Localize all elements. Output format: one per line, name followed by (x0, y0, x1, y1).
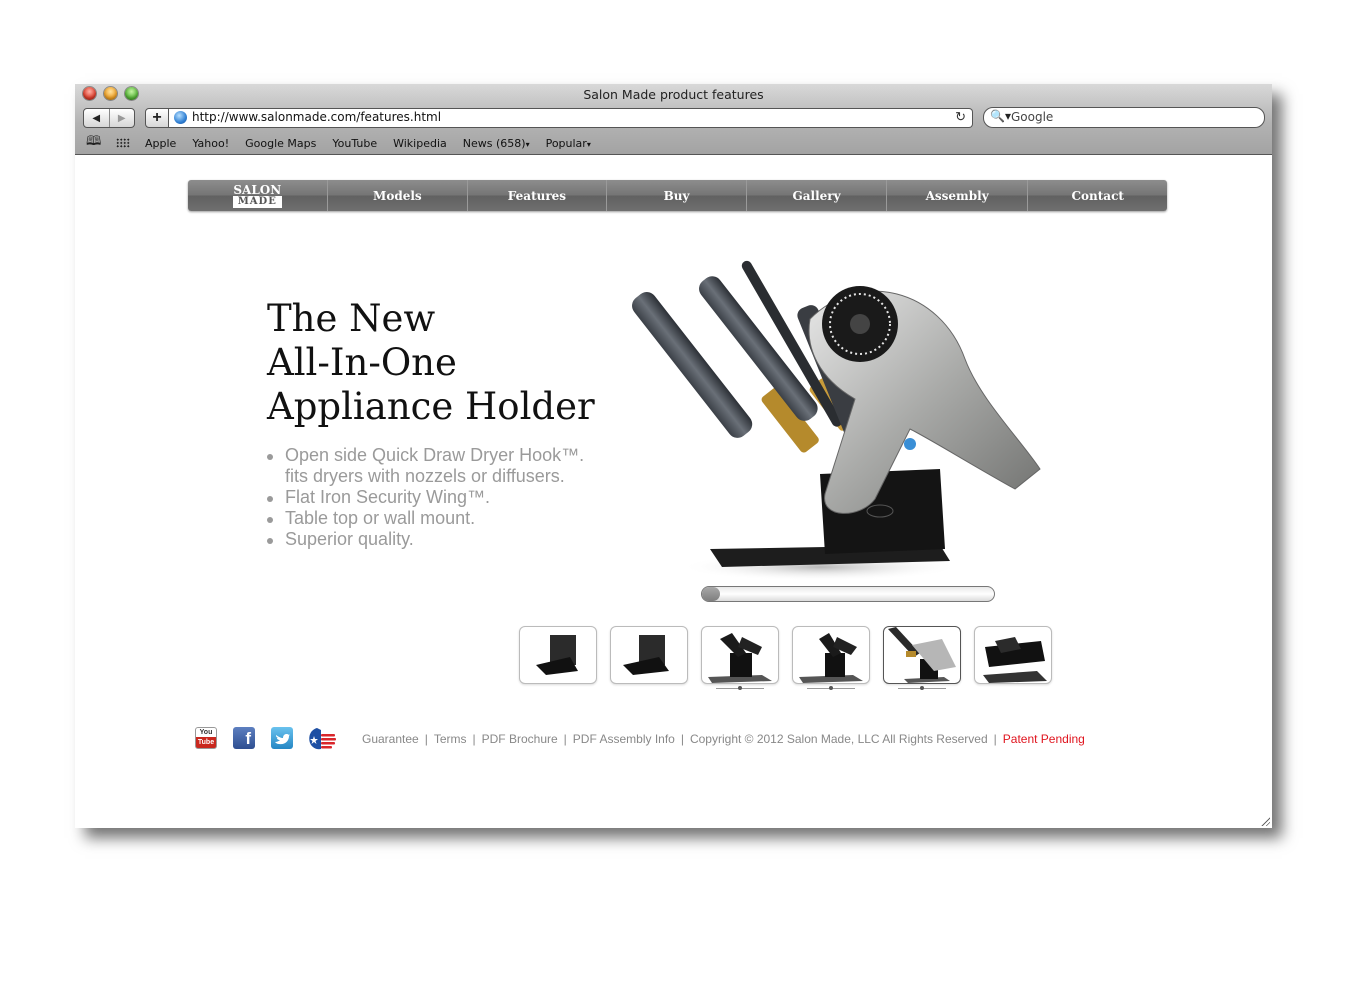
thumbnail-image (708, 633, 772, 683)
search-field[interactable]: 🔍▾ Google (983, 107, 1265, 128)
top-sites-grid-icon[interactable] (116, 138, 130, 148)
thumbnail-strip (519, 626, 1052, 690)
made-in-usa-icon[interactable] (307, 727, 336, 750)
globe-icon (174, 111, 187, 124)
bookmark-apple[interactable]: Apple (145, 137, 176, 150)
separator: | (680, 732, 684, 746)
feature-list: Open side Quick Draw Dryer Hook™. fits dr… (267, 445, 584, 550)
feature-text-line: fits dryers with nozzels or diffusers. (285, 466, 565, 486)
video-scrubber[interactable] (807, 686, 855, 690)
bookmark-google-maps[interactable]: Google Maps (245, 137, 316, 150)
bookmark-news-label: News (658) (462, 136, 526, 150)
feature-item: Open side Quick Draw Dryer Hook™. fits dr… (267, 445, 584, 487)
separator: | (472, 732, 476, 746)
thumbnail-table-top-front[interactable] (701, 626, 779, 690)
thumbnail-table-top-rear[interactable] (974, 626, 1052, 684)
bullet-icon (267, 454, 273, 460)
thumbnail-image (623, 635, 669, 675)
reading-list-icon[interactable]: 🕮 (86, 132, 106, 154)
reload-icon[interactable]: ↻ (955, 109, 966, 125)
bookmark-news-folder[interactable]: News (658)▾ (463, 137, 530, 150)
bookmark-popular-label: Popular (545, 136, 587, 150)
salon-made-logo[interactable]: SALON MADE (188, 180, 327, 211)
separator: | (993, 732, 997, 746)
product-image (632, 260, 1041, 581)
copyright-text: Copyright © 2012 Salon Made, LLC All Rig… (689, 732, 988, 746)
resize-grip[interactable] (1260, 816, 1270, 826)
bookmark-youtube[interactable]: YouTube (332, 137, 377, 150)
headline-line-2: All-In-One (267, 341, 457, 384)
feature-text-line: Open side Quick Draw Dryer Hook™. (285, 445, 585, 465)
youtube-icon-text: Tube (197, 739, 215, 746)
youtube-icon[interactable]: You Tube (195, 727, 217, 749)
bookmarks-bar: 🕮 Apple Yahoo! Google Maps YouTube Wikip… (75, 133, 591, 153)
nav-buy[interactable]: Buy (605, 180, 747, 211)
chevron-down-icon: ▾ (586, 139, 591, 149)
window-title: Salon Made product features (583, 87, 764, 102)
thumbnail-image (888, 627, 956, 683)
url-text[interactable]: http://www.salonmade.com/features.html (192, 110, 441, 124)
thumbnail-image (536, 635, 578, 675)
feature-text: Superior quality. (285, 529, 414, 549)
usa-flag-hand-icon (309, 728, 336, 750)
add-bookmark-button[interactable]: + (145, 108, 169, 128)
bullet-icon (267, 538, 273, 544)
bookmark-wikipedia[interactable]: Wikipedia (393, 137, 447, 150)
thumbnail-table-top-side[interactable] (792, 626, 870, 690)
bullet-icon (267, 496, 273, 502)
thumbnail-wall-mount-angle[interactable] (610, 626, 688, 684)
nav-assembly[interactable]: Assembly (885, 180, 1028, 211)
browser-window: Salon Made product features ◀ ▶ + http:/… (75, 84, 1272, 828)
slider-handle[interactable] (702, 587, 720, 601)
thumbnail-wall-mount-empty[interactable] (519, 626, 597, 684)
patent-pending-link[interactable]: Patent Pending (1003, 732, 1085, 746)
page-headline: The New All-In-One Appliance Holder (267, 297, 595, 429)
pdf-assembly-info-link[interactable]: PDF Assembly Info (573, 732, 675, 746)
twitter-icon[interactable] (271, 727, 293, 749)
headline-line-1: The New (267, 297, 436, 340)
nav-features[interactable]: Features (467, 180, 606, 211)
terms-link[interactable]: Terms (434, 732, 467, 746)
feature-item: Superior quality. (267, 529, 584, 550)
feature-text: Table top or wall mount. (285, 508, 476, 528)
feature-item: Table top or wall mount. (267, 508, 584, 529)
nav-models[interactable]: Models (326, 180, 468, 211)
thumbnail-image (799, 633, 863, 683)
site-navigation: SALON MADE Models Features Buy Gallery A… (188, 180, 1167, 211)
guarantee-link[interactable]: Guarantee (362, 732, 419, 746)
bullet-icon (267, 517, 273, 523)
forward-button[interactable]: ▶ (108, 109, 135, 127)
search-icon[interactable]: 🔍▾ (990, 109, 1011, 123)
gallery-slider[interactable] (701, 586, 995, 602)
thumbnail-image (983, 637, 1047, 683)
logo-text-top: SALON (233, 182, 282, 197)
nav-contact[interactable]: Contact (1027, 180, 1167, 211)
logo-text-bottom: MADE (232, 195, 282, 208)
address-bar[interactable]: http://www.salonmade.com/features.html ↻ (169, 108, 973, 128)
video-scrubber[interactable] (898, 686, 946, 690)
feature-text: Flat Iron Security Wing™. (285, 487, 491, 507)
feature-item: Flat Iron Security Wing™. (267, 487, 584, 508)
chevron-down-icon: ▾ (525, 139, 530, 149)
headline-line-3: Appliance Holder (267, 385, 595, 428)
separator: | (424, 732, 428, 746)
bookmark-popular-folder[interactable]: Popular▾ (546, 137, 591, 150)
facebook-icon[interactable]: f (233, 727, 255, 749)
twitter-bird-icon (275, 734, 290, 745)
history-buttons: ◀ ▶ (83, 108, 135, 128)
browser-chrome: Salon Made product features ◀ ▶ + http:/… (75, 84, 1272, 155)
pdf-brochure-link[interactable]: PDF Brochure (482, 732, 558, 746)
nav-gallery[interactable]: Gallery (746, 180, 886, 211)
footer-links: Guarantee | Terms | PDF Brochure | PDF Assembl… (362, 732, 1085, 746)
back-button[interactable]: ◀ (84, 109, 109, 127)
search-placeholder[interactable]: Google (1011, 110, 1053, 124)
bookmark-yahoo[interactable]: Yahoo! (192, 137, 229, 150)
thumbnail-loaded-with-appliances[interactable] (883, 626, 961, 690)
video-scrubber[interactable] (716, 686, 764, 690)
youtube-icon-text: You (199, 729, 213, 736)
separator: | (563, 732, 567, 746)
